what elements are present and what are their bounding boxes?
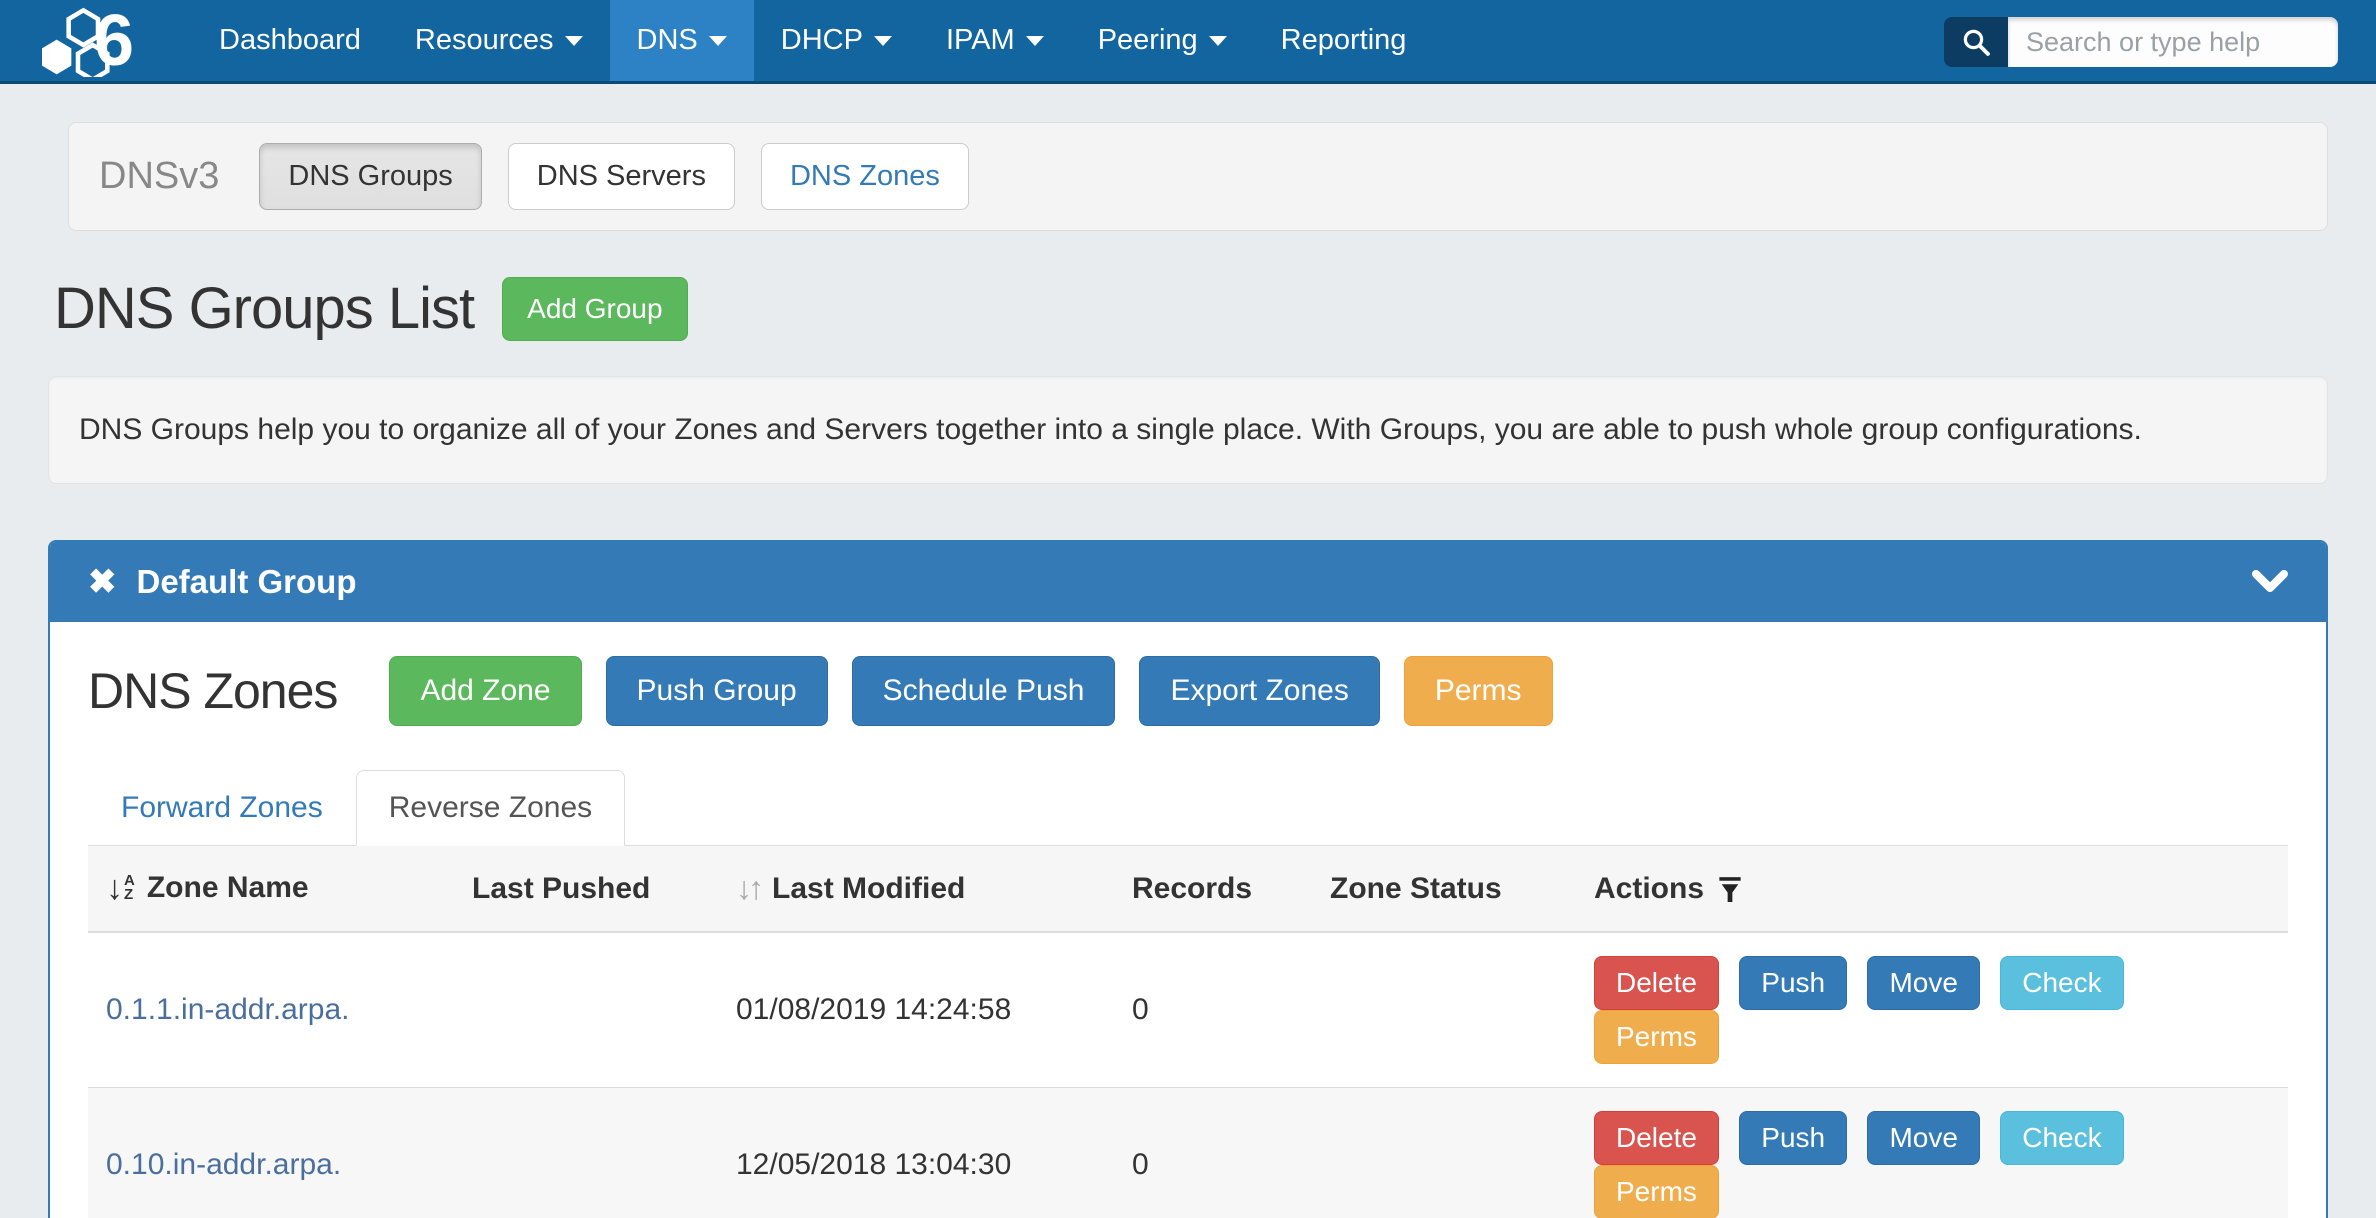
dns-zones-button[interactable]: DNS Zones: [761, 143, 969, 210]
push-button[interactable]: Push: [1739, 956, 1847, 1010]
close-icon[interactable]: ✖: [88, 562, 117, 602]
move-button[interactable]: Move: [1867, 956, 1979, 1010]
section-title: DNS Zones: [88, 662, 337, 720]
main-content: DNSv3 DNS Groups DNS Servers DNS Zones D…: [0, 122, 2376, 1218]
add-zone-button[interactable]: Add Zone: [389, 656, 581, 726]
col-records[interactable]: Records: [1122, 846, 1320, 932]
delete-button[interactable]: Delete: [1594, 956, 1719, 1010]
col-last-pushed[interactable]: Last Pushed: [462, 846, 726, 932]
global-search: [1944, 17, 2338, 67]
default-group-panel: ✖ Default Group DNS Zones Add Zone Push …: [48, 540, 2328, 1218]
group-panel-header[interactable]: ✖ Default Group: [50, 542, 2326, 622]
zones-tabs: Forward Zones Reverse Zones: [88, 770, 2288, 846]
zone-status-cell: [1320, 932, 1584, 1088]
dnsv3-subnav: DNSv3 DNS Groups DNS Servers DNS Zones: [68, 122, 2328, 231]
filter-icon[interactable]: [1718, 876, 1742, 902]
actions-cell: Delete Push Move Check Perms: [1584, 932, 2288, 1088]
caret-down-icon: [1209, 36, 1227, 46]
nav-item-dashboard[interactable]: Dashboard: [192, 0, 388, 81]
page-title: DNS Groups List: [54, 275, 474, 342]
sort-icon[interactable]: ↓↑: [736, 870, 760, 907]
caret-down-icon: [874, 36, 892, 46]
group-panel-title: Default Group: [137, 563, 357, 601]
group-perms-button[interactable]: Perms: [1404, 656, 1553, 726]
search-button[interactable]: [1944, 17, 2008, 67]
zones-table: ↓AZ Zone Name Last Pushed ↓↑ Last Modifi…: [88, 846, 2288, 1218]
add-group-button[interactable]: Add Group: [502, 277, 687, 341]
description-well: DNS Groups help you to organize all of y…: [48, 376, 2328, 484]
col-zone-name[interactable]: ↓AZ Zone Name: [88, 846, 462, 932]
description-text: DNS Groups help you to organize all of y…: [79, 413, 2142, 446]
search-input[interactable]: [2008, 17, 2338, 67]
table-row: 0.1.1.in-addr.arpa. 01/08/2019 14:24:58 …: [88, 932, 2288, 1088]
zone-link[interactable]: 0.10.in-addr.arpa.: [106, 1148, 341, 1181]
schedule-push-button[interactable]: Schedule Push: [852, 656, 1116, 726]
zone-link[interactable]: 0.1.1.in-addr.arpa.: [106, 993, 350, 1026]
col-zone-status[interactable]: Zone Status: [1320, 846, 1584, 932]
subnav-title: DNSv3: [99, 155, 219, 198]
table-row: 0.10.in-addr.arpa. 12/05/2018 13:04:30 0…: [88, 1088, 2288, 1218]
tab-forward-zones[interactable]: Forward Zones: [88, 770, 356, 846]
last-modified-cell: 01/08/2019 14:24:58: [726, 932, 1122, 1088]
nav-item-dhcp[interactable]: DHCP: [754, 0, 919, 81]
caret-down-icon: [709, 36, 727, 46]
records-cell: 0: [1122, 932, 1320, 1088]
search-icon: [1961, 27, 1991, 57]
zone-status-cell: [1320, 1088, 1584, 1218]
page-title-row: DNS Groups List Add Group: [54, 275, 2328, 342]
nav-item-peering[interactable]: Peering: [1071, 0, 1254, 81]
export-zones-button[interactable]: Export Zones: [1139, 656, 1379, 726]
brand-logo[interactable]: 6: [0, 0, 166, 81]
nav-item-dns[interactable]: DNS: [610, 0, 754, 81]
dns-groups-button[interactable]: DNS Groups: [259, 143, 481, 210]
nav-item-ipam[interactable]: IPAM: [919, 0, 1071, 81]
move-button[interactable]: Move: [1867, 1111, 1979, 1165]
delete-button[interactable]: Delete: [1594, 1111, 1719, 1165]
caret-down-icon: [1026, 36, 1044, 46]
dns-zones-section-header: DNS Zones Add Zone Push Group Schedule P…: [88, 656, 2288, 726]
table-header-row: ↓AZ Zone Name Last Pushed ↓↑ Last Modifi…: [88, 846, 2288, 932]
brand-number: 6: [94, 0, 132, 82]
main-nav: Dashboard Resources DNS DHCP IPAM Peerin…: [192, 0, 1433, 81]
perms-button[interactable]: Perms: [1594, 1165, 1719, 1218]
records-cell: 0: [1122, 1088, 1320, 1218]
tab-reverse-zones[interactable]: Reverse Zones: [356, 770, 625, 846]
col-last-modified[interactable]: ↓↑ Last Modified: [726, 846, 1122, 932]
top-navbar: 6 Dashboard Resources DNS DHCP IPAM Peer…: [0, 0, 2376, 84]
push-button[interactable]: Push: [1739, 1111, 1847, 1165]
perms-button[interactable]: Perms: [1594, 1010, 1719, 1064]
col-actions: Actions: [1584, 846, 2288, 932]
push-group-button[interactable]: Push Group: [606, 656, 828, 726]
dns-servers-button[interactable]: DNS Servers: [508, 143, 735, 210]
last-modified-cell: 12/05/2018 13:04:30: [726, 1088, 1122, 1218]
last-pushed-cell: [462, 932, 726, 1088]
actions-cell: Delete Push Move Check Perms: [1584, 1088, 2288, 1218]
last-pushed-cell: [462, 1088, 726, 1218]
nav-item-reporting[interactable]: Reporting: [1254, 0, 1434, 81]
caret-down-icon: [565, 36, 583, 46]
chevron-down-icon[interactable]: [2252, 570, 2288, 594]
group-panel-body: DNS Zones Add Zone Push Group Schedule P…: [50, 622, 2326, 1218]
nav-item-resources[interactable]: Resources: [388, 0, 610, 81]
check-button[interactable]: Check: [2000, 956, 2123, 1010]
sort-alpha-asc-icon[interactable]: ↓AZ: [106, 873, 135, 903]
check-button[interactable]: Check: [2000, 1111, 2123, 1165]
